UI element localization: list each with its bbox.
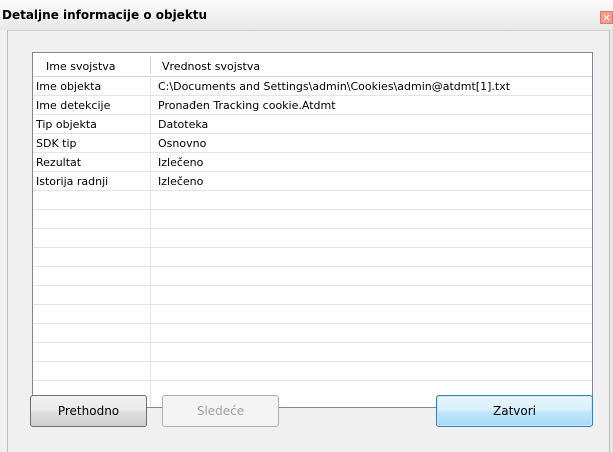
property-name-cell: Tip objekta xyxy=(36,118,97,131)
table-row[interactable]: Istorija radnji Izlečeno xyxy=(33,172,592,191)
property-value-cell: Pronađen Tracking cookie.Atdmt xyxy=(158,99,336,112)
empty-table-row xyxy=(33,210,592,229)
property-value-cell: Izlečeno xyxy=(158,175,204,188)
list-header: Ime svojstva Vrednost svojstva xyxy=(33,53,592,77)
empty-table-row xyxy=(33,324,592,343)
empty-table-row xyxy=(33,248,592,267)
empty-table-row xyxy=(33,267,592,286)
dialog-title: Detaljne informacije o objektu xyxy=(2,8,208,22)
empty-table-row xyxy=(33,305,592,324)
empty-table-row xyxy=(33,286,592,305)
window-frame-right xyxy=(609,30,613,452)
empty-table-row xyxy=(33,362,592,381)
property-name-cell: Istorija radnji xyxy=(36,175,109,188)
table-row[interactable]: Tip objekta Datoteka xyxy=(33,115,592,134)
window-frame-left xyxy=(0,30,8,452)
property-name-cell: Ime objekta xyxy=(36,80,102,93)
property-name-cell: SDK tip xyxy=(36,137,77,150)
column-header-property-name[interactable]: Ime svojstva xyxy=(46,60,116,73)
property-value-cell: Datoteka xyxy=(158,118,209,131)
property-value-cell: Osnovno xyxy=(158,137,207,150)
dialog-client-area: Ime svojstva Vrednost svojstva Ime objek… xyxy=(8,31,609,452)
empty-table-row xyxy=(33,343,592,362)
empty-table-row xyxy=(33,229,592,248)
property-name-cell: Rezultat xyxy=(36,156,82,169)
property-list[interactable]: Ime svojstva Vrednost svojstva Ime objek… xyxy=(32,52,593,408)
table-row[interactable]: Rezultat Izlečeno xyxy=(33,153,592,172)
close-button[interactable]: Zatvori xyxy=(436,395,593,427)
column-divider[interactable] xyxy=(150,56,151,74)
title-bar[interactable]: Detaljne informacije o objektu × xyxy=(0,0,613,31)
property-name-cell: Ime detekcije xyxy=(36,99,111,112)
property-value-cell: C:\Documents and Settings\admin\Cookies\… xyxy=(158,80,511,93)
empty-table-row xyxy=(33,191,592,210)
table-row[interactable]: Ime objekta C:\Documents and Settings\adm… xyxy=(33,77,592,96)
next-button[interactable]: Sledeće xyxy=(162,395,279,427)
details-dialog: Detaljne informacije o objektu × Ime svo… xyxy=(0,0,613,452)
table-row[interactable]: SDK tip Osnovno xyxy=(33,134,592,153)
close-icon[interactable]: × xyxy=(600,11,613,24)
previous-button[interactable]: Prethodno xyxy=(30,395,147,427)
table-row[interactable]: Ime detekcije Pronađen Tracking cookie.At… xyxy=(33,96,592,115)
column-header-property-value[interactable]: Vrednost svojstva xyxy=(162,60,260,73)
property-value-cell: Izlečeno xyxy=(158,156,204,169)
